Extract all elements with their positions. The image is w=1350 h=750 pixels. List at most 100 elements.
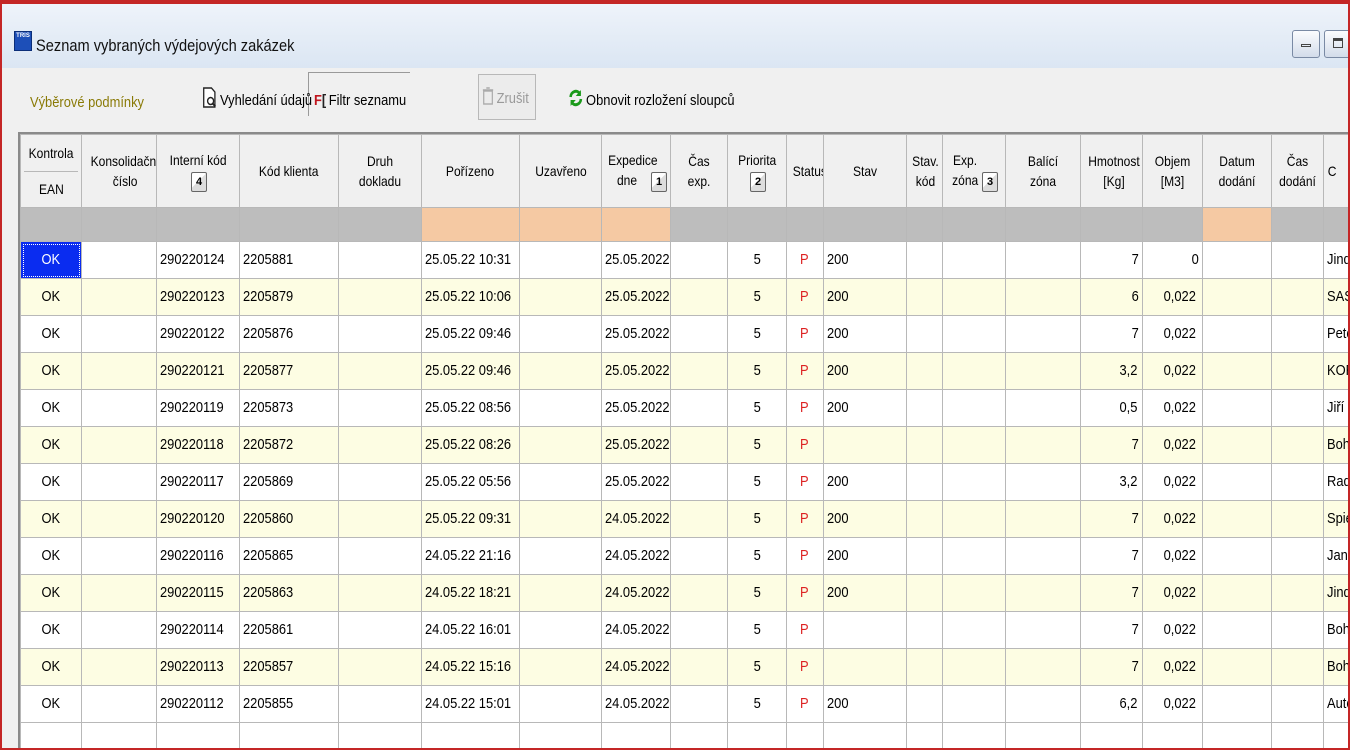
objem-cell[interactable]: 0,022 [1142,426,1203,464]
priorita-cell[interactable]: 5 [727,611,787,649]
interni-kod-cell[interactable]: 290220118 [156,426,240,464]
hmotnost-cell[interactable]: 6,2 [1080,685,1143,723]
exp-zona-cell[interactable] [942,685,1006,723]
filter-cell[interactable] [20,207,82,242]
hmotnost-cell[interactable]: 7 [1080,648,1143,686]
status-cell[interactable]: P [786,352,824,390]
filter-cell[interactable] [1005,207,1081,242]
konsolidacni-cell[interactable] [81,278,157,316]
stav-cell[interactable]: 200 [823,315,907,353]
objem-cell[interactable]: 0 [1142,241,1203,279]
status-cell[interactable]: P [786,426,824,464]
status-cell[interactable]: P [786,278,824,316]
table-row[interactable]: OK 290220116 2205865 24.05.22 21:16 24.05.20… [20,537,1348,575]
druh-dokladu-cell[interactable] [338,315,422,353]
exp-zona-cell[interactable] [942,241,1006,279]
objem-cell[interactable]: 0,022 [1142,685,1203,723]
filter-cell[interactable] [1080,207,1143,242]
filter-cell[interactable] [942,207,1006,242]
datum-dodani-cell[interactable] [1202,426,1272,464]
hmotnost-cell[interactable]: 3,2 [1080,352,1143,390]
expedice-cell[interactable]: 25.05.2022 [601,426,671,464]
klient-nazev-cell[interactable]: Peter [1323,315,1348,353]
balici-zona-cell[interactable] [1005,648,1081,686]
konsolidacni-cell[interactable] [81,352,157,390]
column-header-kod-klienta[interactable]: Kód klienta [239,134,339,208]
balici-zona-cell[interactable] [1005,463,1081,501]
stav-cell[interactable]: 200 [823,241,907,279]
hmotnost-cell[interactable]: 7 [1080,574,1143,612]
stav-kod-cell[interactable] [906,574,943,612]
datum-dodani-cell[interactable] [1202,574,1272,612]
stav-cell[interactable]: 200 [823,278,907,316]
uzavreno-cell[interactable] [519,500,602,538]
status-cell[interactable]: P [786,685,824,723]
hmotnost-cell[interactable]: 6 [1080,278,1143,316]
hmotnost-cell[interactable]: 7 [1080,500,1143,538]
uzavreno-cell[interactable] [519,352,602,390]
uzavreno-cell[interactable] [519,389,602,427]
priorita-cell[interactable]: 5 [727,241,787,279]
exp-zona-cell[interactable] [942,500,1006,538]
kod-klienta-cell[interactable]: 2205857 [239,648,339,686]
cas-dodani-cell[interactable] [1271,537,1324,575]
konsolidacni-cell[interactable] [81,426,157,464]
expedice-cell[interactable]: 25.05.2022 [601,315,671,353]
status-cell[interactable]: P [786,500,824,538]
kontrola-cell[interactable]: OK [20,389,82,427]
cas-exp-cell[interactable] [670,648,728,686]
cas-dodani-cell[interactable] [1271,426,1324,464]
exp-zona-cell[interactable] [942,611,1006,649]
stav-cell[interactable] [823,648,907,686]
datum-dodani-cell[interactable] [1202,278,1272,316]
druh-dokladu-cell[interactable] [338,389,422,427]
datum-dodani-cell[interactable] [1202,537,1272,575]
stav-kod-cell[interactable] [906,352,943,390]
cas-exp-cell[interactable] [670,463,728,501]
column-header-objem[interactable]: Objem [M3] [1142,134,1203,208]
status-cell[interactable]: P [786,648,824,686]
objem-cell[interactable]: 0,022 [1142,537,1203,575]
klient-nazev-cell[interactable]: Jindřic [1323,241,1348,279]
cas-dodani-cell[interactable] [1271,611,1324,649]
expedice-cell[interactable]: 24.05.2022 [601,574,671,612]
balici-zona-cell[interactable] [1005,611,1081,649]
kontrola-cell[interactable]: OK [20,241,82,279]
kod-klienta-cell[interactable]: 2205876 [239,315,339,353]
druh-dokladu-cell[interactable] [338,648,422,686]
exp-zona-cell[interactable] [942,648,1006,686]
interni-kod-cell[interactable]: 290220122 [156,315,240,353]
column-header-balici-zona[interactable]: Balící zóna [1005,134,1081,208]
uzavreno-cell[interactable] [519,241,602,279]
column-header-cas-dodani[interactable]: Čas dodání [1271,134,1324,208]
priorita-cell[interactable]: 5 [727,500,787,538]
stav-cell[interactable]: 200 [823,389,907,427]
datum-dodani-cell[interactable] [1202,389,1272,427]
stav-cell[interactable]: 200 [823,574,907,612]
priorita-cell[interactable]: 5 [727,685,787,723]
druh-dokladu-cell[interactable] [338,611,422,649]
priorita-cell[interactable]: 5 [727,537,787,575]
column-header-klient[interactable]: C [1323,134,1348,208]
uzavreno-cell[interactable] [519,426,602,464]
konsolidacni-cell[interactable] [81,241,157,279]
datum-dodani-cell[interactable] [1202,315,1272,353]
objem-cell[interactable]: 0,022 [1142,463,1203,501]
column-header-konsolidacni-cislo[interactable]: Konsolidační číslo [81,134,157,208]
column-header-stav[interactable]: Stav [823,134,907,208]
stav-cell[interactable]: 200 [823,352,907,390]
exp-zona-cell[interactable] [942,463,1006,501]
stav-kod-cell[interactable] [906,611,943,649]
kod-klienta-cell[interactable]: 2205881 [239,241,339,279]
kontrola-cell[interactable]: OK [20,611,82,649]
uzavreno-cell[interactable] [519,315,602,353]
klient-nazev-cell[interactable]: Jiří Ča [1323,389,1348,427]
porizeno-cell[interactable]: 24.05.22 15:16 [421,648,520,686]
priorita-cell[interactable]: 5 [727,574,787,612]
priorita-cell[interactable]: 5 [727,426,787,464]
porizeno-cell[interactable]: 25.05.22 09:46 [421,315,520,353]
column-header-druh-dokladu[interactable]: Druh dokladu [338,134,422,208]
klient-nazev-cell[interactable]: Auto [1323,685,1348,723]
druh-dokladu-cell[interactable] [338,500,422,538]
kontrola-cell[interactable]: OK [20,574,82,612]
